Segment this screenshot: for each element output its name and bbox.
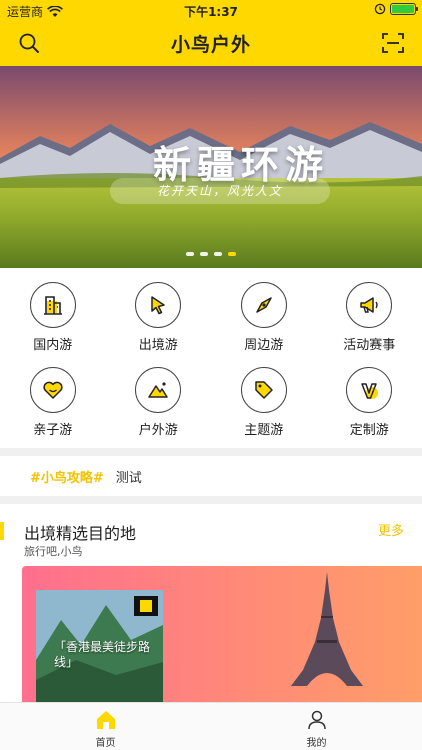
category-theme[interactable]: 主题游 [211,361,317,446]
more-link[interactable]: 更多 [378,520,404,539]
topic-text: 测试 [115,470,142,486]
destination-thumbnail: 「香港最美徒步路线」 [36,590,163,702]
banner-carousel[interactable]: 新疆环游 花开天山，风光人文 [0,66,422,268]
carousel-dot-active[interactable] [228,252,236,256]
category-outbound[interactable]: 出境游 [106,276,212,361]
v-icon [361,383,379,399]
category-nearby[interactable]: 周边游 [211,276,317,361]
category-custom[interactable]: 定制游 [317,361,422,446]
home-icon [96,711,115,729]
carousel-dot[interactable] [214,252,222,256]
status-time: 下午1:37 [184,5,238,19]
category-label: 主题游 [244,423,284,438]
section-title: 出境精选目的地 [24,524,137,543]
category-label: 周边游 [244,338,284,353]
alarm-icon [374,3,386,15]
section-accent-bar [0,522,4,540]
category-label: 出境游 [138,338,178,353]
tab-label: 我的 [306,738,327,749]
heart-icon [43,381,63,399]
battery-icon [390,3,418,15]
building-icon [43,296,62,315]
category-family[interactable]: 亲子游 [0,361,106,446]
page-title: 小鸟户外 [170,34,251,56]
category-label: 活动赛事 [343,338,396,353]
category-outdoor[interactable]: 户外游 [106,361,212,446]
compass-icon [256,297,272,313]
tab-label: 首页 [95,738,116,749]
section-header: 出境精选目的地 旅行吧,小鸟 更多 [0,514,422,562]
section-divider [0,448,422,456]
carousel-dot[interactable] [200,252,208,256]
carousel-dot[interactable] [186,252,194,256]
cursor-icon [151,296,165,315]
section-divider [0,496,422,504]
eiffel-tower-illustration [291,572,363,686]
category-domestic[interactable]: 国内游 [0,276,106,361]
topic-row[interactable]: #小鸟攻略# 测试 [0,456,422,496]
section-subtitle: 旅行吧,小鸟 [24,545,83,558]
top-bar: 运营商 下午1:37 小鸟户外 [0,0,422,66]
tab-home[interactable]: 首页 [0,703,211,750]
category-label: 定制游 [349,423,389,438]
status-bar: 运营商 下午1:37 [0,0,422,20]
category-label: 国内游 [33,338,73,353]
scan-icon[interactable] [382,32,404,54]
tab-bar: 首页 我的 [0,702,422,750]
user-icon [307,710,326,730]
topic-tag[interactable]: #小鸟攻略# [30,467,104,486]
category-label: 亲子游 [33,423,73,438]
category-label: 户外游 [138,423,178,438]
tag-icon [255,381,273,399]
category-events[interactable]: 活动赛事 [317,276,422,361]
banner-subtitle: 花开天山，风光人文 [110,178,330,204]
nav-bar: 小鸟户外 [0,20,422,66]
megaphone-icon [360,297,378,313]
tab-mine[interactable]: 我的 [211,703,422,750]
destination-caption: 「香港最美徒步路线」 [54,640,151,669]
carousel-indicators [0,252,422,256]
category-grid: 国内游 出境游 周边游 活动赛事 亲子游 户外游 主题游 定制游 [0,276,422,446]
destination-card[interactable]: 「香港最美徒步路线」 [22,566,422,702]
mountain-icon [148,382,168,398]
